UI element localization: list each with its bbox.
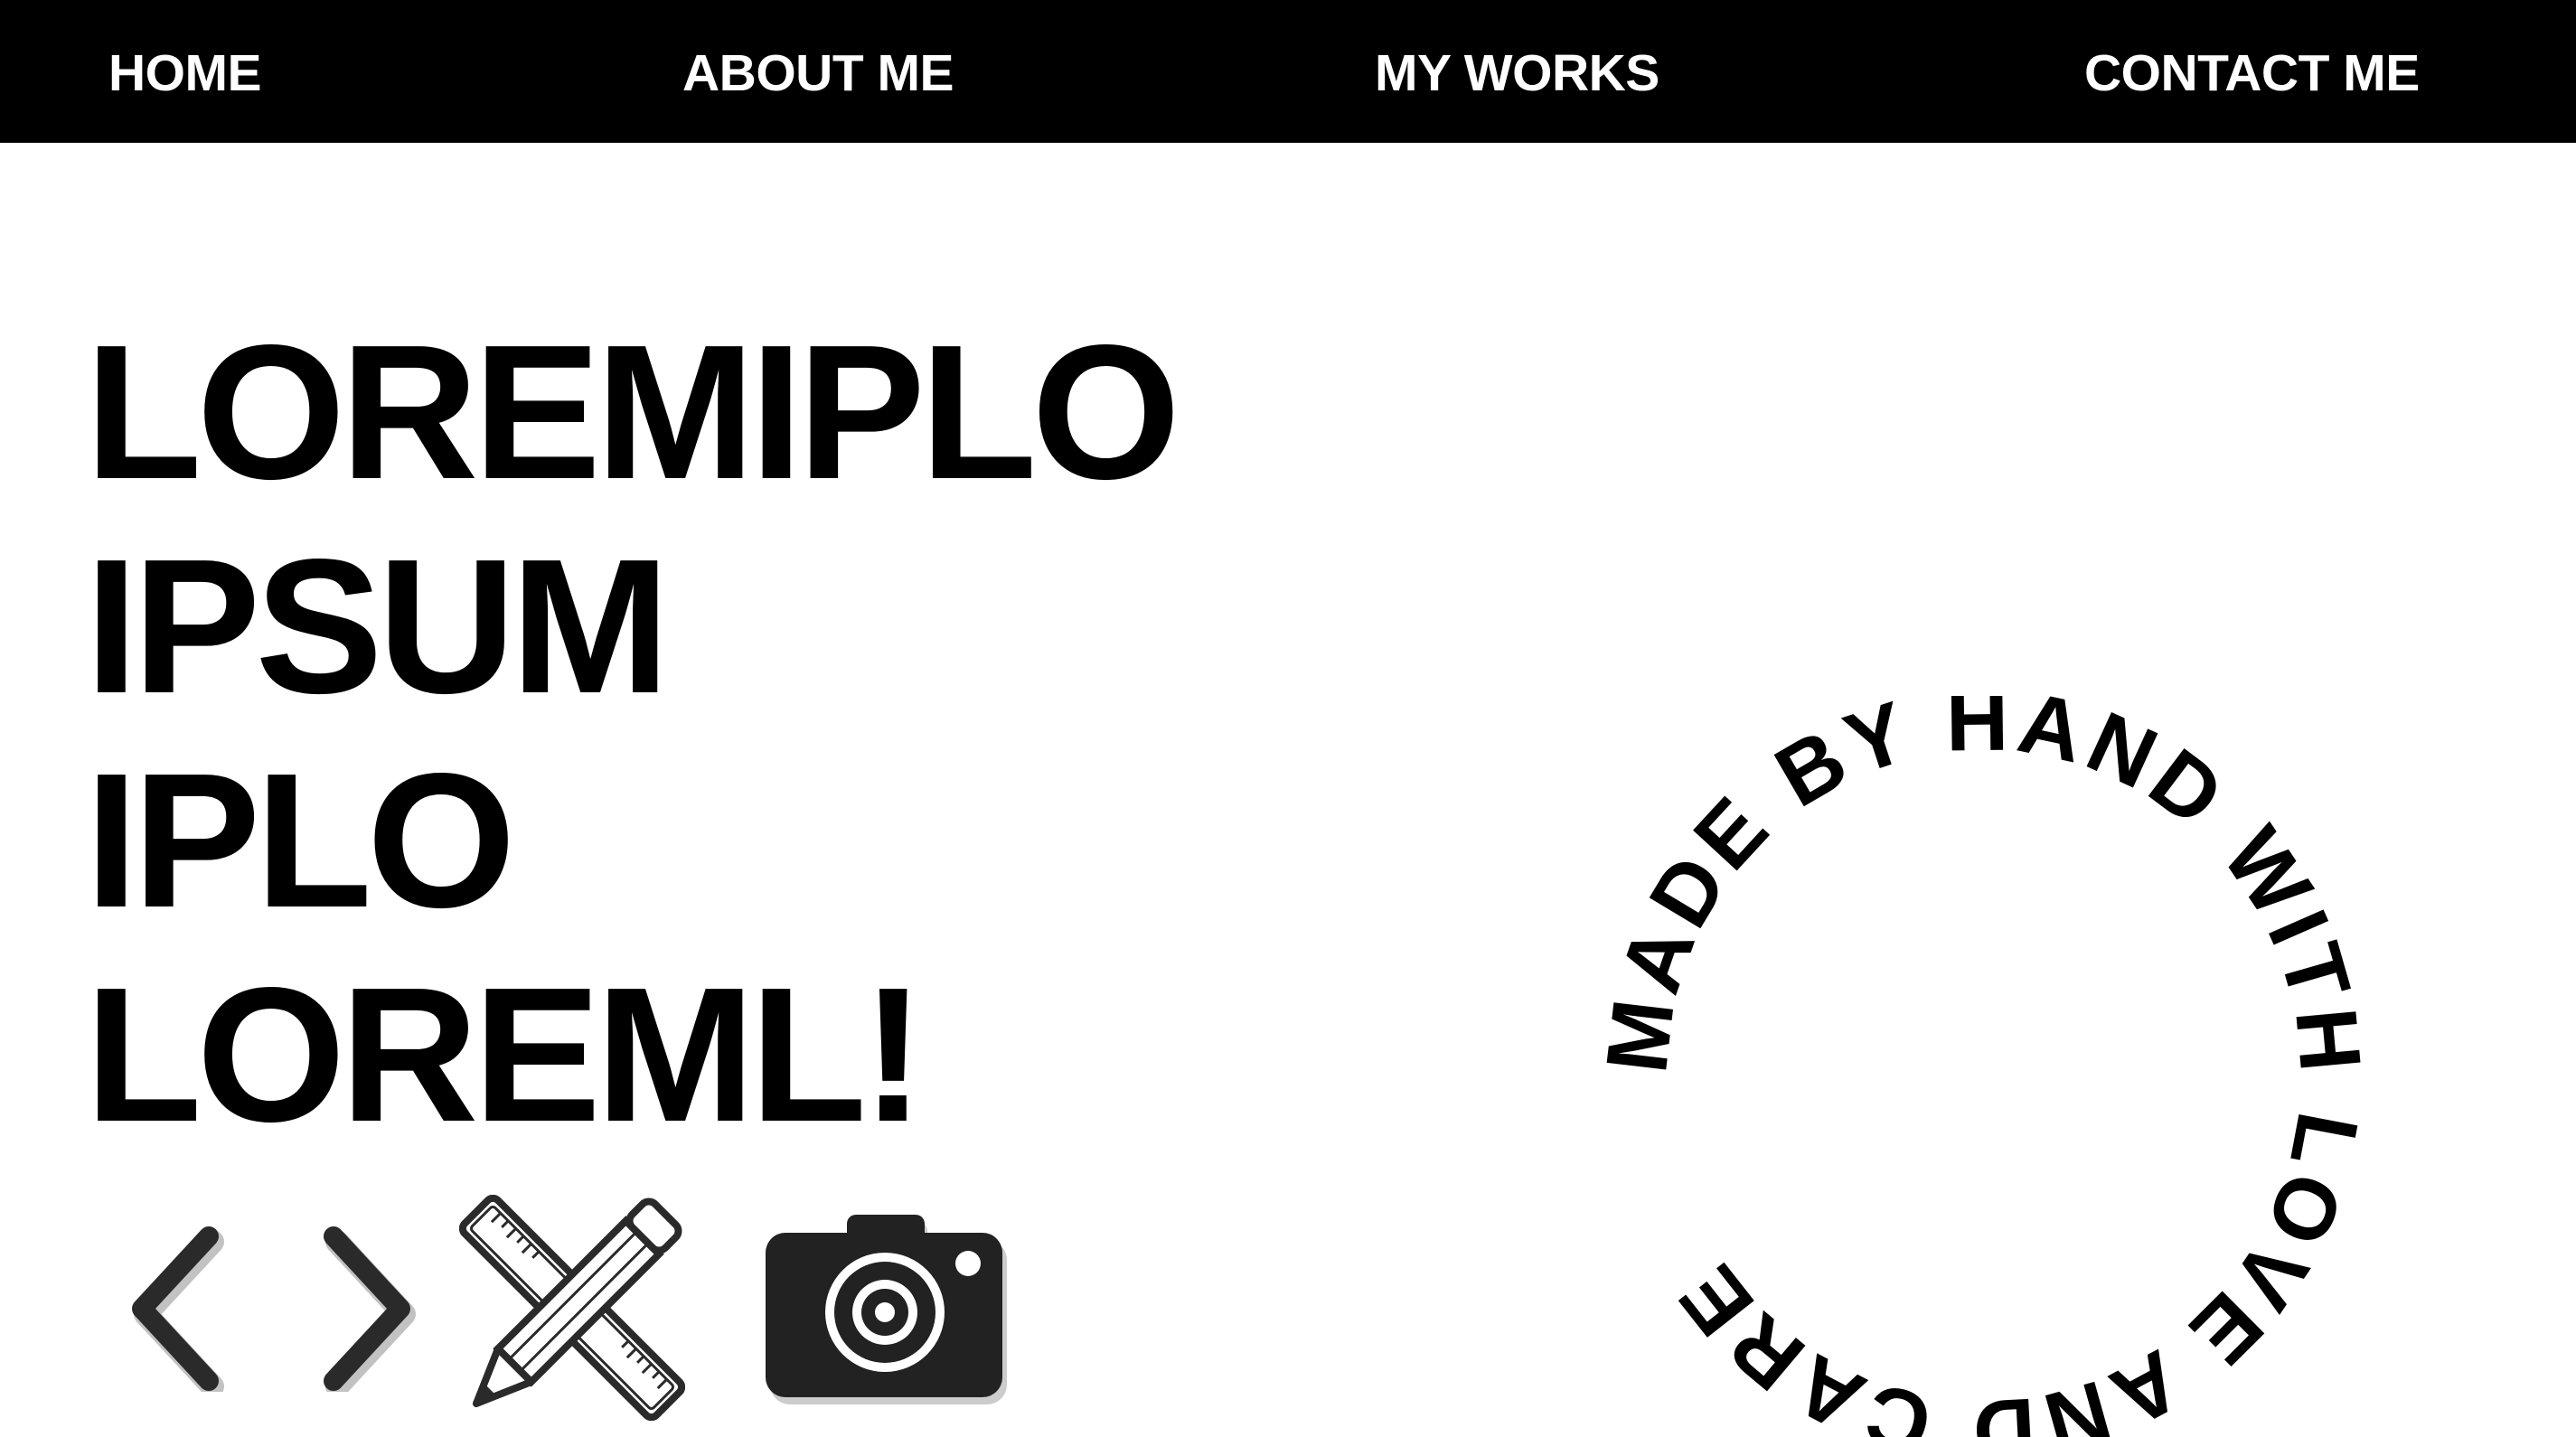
hero-line-1: LOREMIPLO: [85, 305, 1180, 519]
nav-home-link[interactable]: HOME: [108, 0, 262, 143]
hero-line-4: LOREML!: [85, 947, 926, 1161]
camera-icon: [764, 1211, 1008, 1405]
made-by-hand-badge: MADE BY HAND WITH LOVE AND CARE: [1586, 696, 2382, 1437]
hero-line-2: IPSUM: [85, 519, 670, 733]
nav-contact-me-link[interactable]: CONTACT ME: [2084, 0, 2420, 143]
nav-about-me-link[interactable]: ABOUT ME: [682, 0, 954, 143]
hero-line-3: IPLO: [85, 733, 516, 947]
page: HOME ABOUT ME MY WORKS CONTACT ME LOREMI…: [0, 0, 2576, 1437]
nav-my-works-link[interactable]: MY WORKS: [1375, 0, 1659, 143]
pencil-ruler-icon: [459, 1195, 685, 1421]
code-brackets-icon: [122, 1220, 420, 1392]
top-navbar: HOME ABOUT ME MY WORKS CONTACT ME: [0, 0, 2576, 143]
svg-text:MADE BY HAND WITH LOVE AND CAR: MADE BY HAND WITH LOVE AND CARE: [1588, 696, 2379, 1437]
badge-text: MADE BY HAND WITH LOVE AND CARE: [1588, 696, 2374, 1437]
